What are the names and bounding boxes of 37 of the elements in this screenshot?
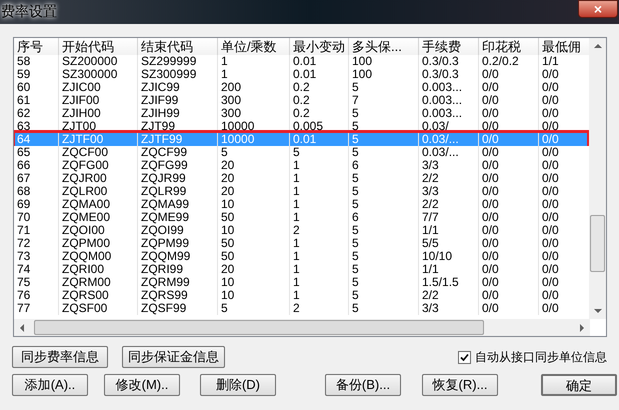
- action-button[interactable]: 删除(D): [200, 374, 276, 396]
- sync-button[interactable]: 同步费率信息: [12, 346, 108, 368]
- scroll-left-icon[interactable]: [20, 324, 24, 332]
- scroll-up-icon[interactable]: [594, 44, 602, 48]
- column-header[interactable]: 印花税: [479, 38, 539, 55]
- column-header[interactable]: 多头保...: [349, 38, 419, 55]
- table-cell: 5: [349, 302, 419, 315]
- table-cell: 3/3: [419, 302, 479, 315]
- window-title: 费率设置: [1, 3, 57, 19]
- action-button[interactable]: 修改(M)..: [104, 374, 180, 396]
- action-button[interactable]: 添加(A)..: [12, 374, 88, 396]
- scroll-right-icon[interactable]: [580, 324, 584, 332]
- table-cell: 2: [290, 302, 349, 315]
- horizontal-scrollbar[interactable]: [14, 319, 590, 336]
- column-header[interactable]: 单位/乘数: [218, 38, 290, 55]
- table-cell: 5: [218, 302, 290, 315]
- column-header[interactable]: 开始代码: [59, 38, 138, 55]
- table-cell: 77: [14, 302, 59, 315]
- checkbox[interactable]: [458, 350, 471, 364]
- column-header[interactable]: 序号: [14, 38, 59, 55]
- column-header[interactable]: 结束代码: [138, 38, 218, 55]
- checkmark-icon: [460, 352, 469, 362]
- action-button[interactable]: 备份(B)...: [325, 374, 401, 396]
- ok-button[interactable]: 确定: [541, 374, 617, 396]
- checkbox-label: 自动从接口同步单位信息: [475, 349, 607, 366]
- column-header[interactable]: 最低佣: [539, 38, 590, 55]
- table-cell: ZQSF99: [138, 302, 218, 315]
- table-cell: 0/0: [479, 302, 539, 315]
- table-cell: ZQSF00: [59, 302, 138, 315]
- scrollbar-thumb[interactable]: [34, 320, 484, 335]
- column-header[interactable]: 手续费: [419, 38, 479, 55]
- scroll-down-icon[interactable]: [594, 309, 602, 313]
- action-button[interactable]: 恢复(R)...: [422, 374, 498, 396]
- scrollbar-thumb[interactable]: [590, 215, 606, 272]
- vertical-scrollbar[interactable]: [589, 38, 606, 319]
- sync-button[interactable]: 同步保证金信息: [122, 346, 225, 368]
- column-header[interactable]: 最小变动: [290, 38, 349, 55]
